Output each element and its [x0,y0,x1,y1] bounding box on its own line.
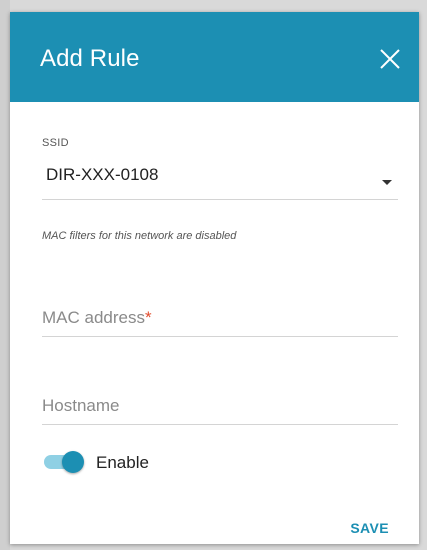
add-rule-dialog: Add Rule SSID DIR-XXX-0108 MAC filters f… [10,12,419,544]
close-button[interactable] [375,44,405,74]
hostname-placeholder: Hostname [42,396,120,415]
caret-down-icon [382,180,392,185]
mac-filter-hint: MAC filters for this network are disable… [42,230,237,242]
ssid-value: DIR-XXX-0108 [46,165,159,184]
close-icon [380,49,400,69]
enable-label: Enable [96,453,149,472]
required-marker: * [144,308,152,327]
enable-toggle[interactable] [42,451,84,473]
mac-address-placeholder: MAC address* [42,308,152,327]
hostname-input[interactable]: Hostname [42,384,398,425]
page-backdrop [0,0,10,550]
ssid-label: SSID [42,137,69,149]
toggle-thumb [62,451,84,473]
save-button[interactable]: SAVE [350,520,389,536]
dialog-header: Add Rule [10,12,419,102]
ssid-select[interactable]: DIR-XXX-0108 [42,155,398,200]
mac-address-input[interactable]: MAC address* [42,296,398,337]
dialog-title: Add Rule [40,45,140,72]
